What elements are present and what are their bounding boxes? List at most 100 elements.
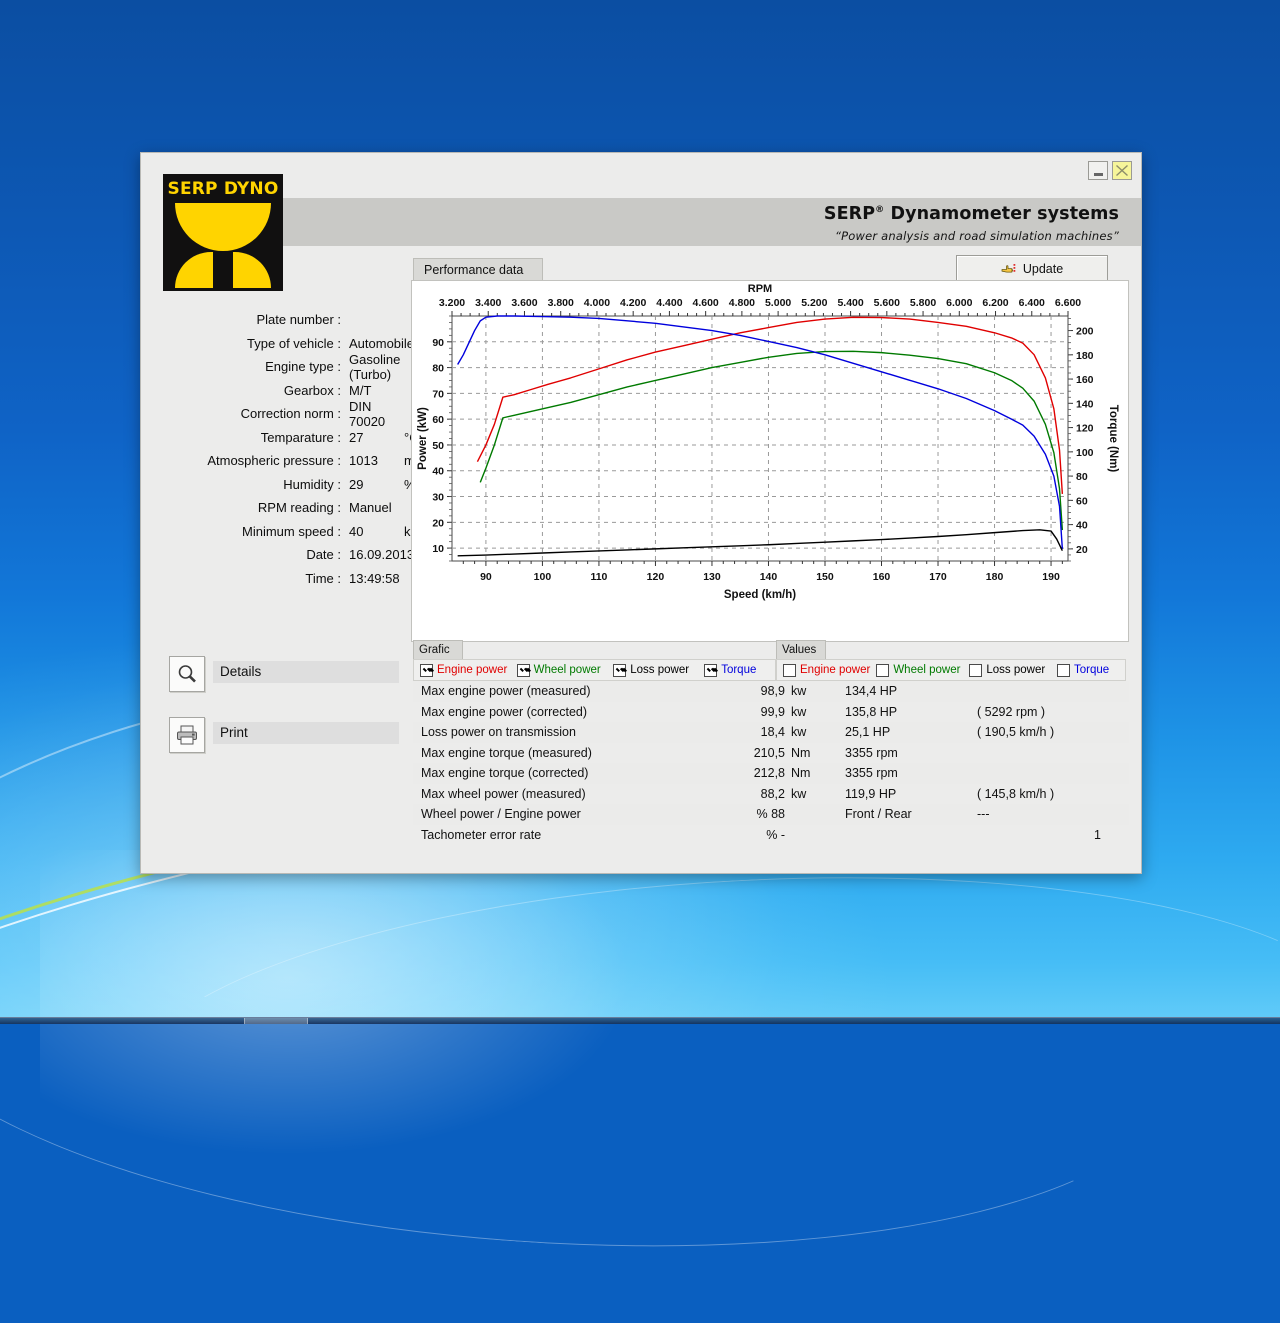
logo-right-leg bbox=[233, 252, 271, 288]
checkbox-grafic-engine-power[interactable]: Engine power bbox=[414, 663, 511, 677]
axis-label-rpm: 5.400 bbox=[837, 297, 863, 309]
axis-label-x: 160 bbox=[873, 571, 891, 583]
print-button[interactable]: Print bbox=[169, 717, 399, 753]
minimize-icon bbox=[1093, 172, 1103, 176]
result-name: Tachometer error rate bbox=[421, 827, 542, 842]
info-label: Temparature : bbox=[260, 429, 341, 445]
details-icon-box bbox=[169, 656, 205, 692]
checkbox-label: Engine power bbox=[437, 664, 508, 676]
taskbar-button[interactable] bbox=[244, 1018, 308, 1024]
update-button[interactable]: Update bbox=[956, 255, 1108, 282]
axis-label-y: 40 bbox=[432, 466, 444, 478]
axis-label-rpm: 6.000 bbox=[946, 297, 972, 309]
serp-dyno-logo: SERP DYNO bbox=[163, 174, 283, 291]
logo-left-leg bbox=[175, 252, 213, 288]
axis-label-y2: 160 bbox=[1076, 374, 1094, 386]
checkbox-values-engine-power[interactable]: Engine power bbox=[777, 663, 870, 677]
axis-label-y2: 180 bbox=[1076, 350, 1094, 362]
result-secondary: 135,8 HP bbox=[845, 704, 898, 719]
magnifier-icon bbox=[178, 665, 196, 683]
info-label: Date : bbox=[306, 547, 341, 563]
axis-label-y2: 80 bbox=[1076, 471, 1088, 483]
result-name: Max engine torque (measured) bbox=[421, 745, 592, 760]
checkbox-values-wheel-power[interactable]: Wheel power bbox=[870, 663, 963, 677]
axis-label-rpm: 6.600 bbox=[1055, 297, 1081, 309]
result-name: Max wheel power (measured) bbox=[421, 786, 586, 801]
checkbox-values-loss-power[interactable]: Loss power bbox=[963, 663, 1051, 677]
axis-label-rpm: 4.200 bbox=[620, 297, 646, 309]
checkbox-grafic-torque[interactable]: Torque bbox=[698, 663, 775, 677]
checkbox-box[interactable] bbox=[516, 663, 530, 677]
checkbox-label: Torque bbox=[721, 664, 757, 676]
axis-label-x: 150 bbox=[816, 571, 834, 583]
result-value: % - bbox=[766, 827, 785, 842]
grafic-checkbox-group: Engine power Wheel power Loss power Torque bbox=[413, 659, 776, 681]
taskbar[interactable] bbox=[0, 1017, 1280, 1024]
checkbox-box[interactable] bbox=[969, 663, 983, 677]
axis-label-rpm: 3.400 bbox=[475, 297, 501, 309]
info-label: Type of vehicle : bbox=[247, 335, 341, 351]
brand-title: SERP® Dynamometer systems bbox=[824, 204, 1119, 224]
table-row: Loss power on transmission 18,4 kw 25,1 HP (… bbox=[413, 722, 1129, 743]
table-row: Max wheel power (measured) 88,2 kw 119,9 HP… bbox=[413, 784, 1129, 805]
checkbox-grafic-loss-power[interactable]: Loss power bbox=[607, 663, 698, 677]
axis-label-y2: 140 bbox=[1076, 398, 1094, 410]
table-row: Tachometer error rate % - 1 bbox=[413, 825, 1129, 846]
result-secondary: 25,1 HP bbox=[845, 725, 891, 740]
checkbox-box[interactable] bbox=[613, 663, 627, 677]
info-value: Manuel bbox=[349, 500, 392, 516]
result-value: 88,2 bbox=[760, 786, 785, 801]
result-value: 99,9 bbox=[760, 704, 785, 719]
tab-grafic[interactable]: Grafic bbox=[413, 640, 463, 659]
info-value: 27 bbox=[349, 429, 364, 445]
axis-title-rpm: RPM bbox=[748, 283, 772, 295]
axis-label-x: 120 bbox=[647, 571, 665, 583]
minimize-button[interactable] bbox=[1088, 161, 1108, 180]
axis-label-y: 50 bbox=[432, 440, 444, 452]
close-button[interactable] bbox=[1112, 161, 1132, 180]
printer-icon bbox=[177, 725, 197, 745]
tab-values[interactable]: Values bbox=[776, 640, 826, 659]
axis-label-rpm: 5.600 bbox=[874, 297, 900, 309]
axis-label-rpm: 4.400 bbox=[656, 297, 682, 309]
axis-label-y: 70 bbox=[432, 388, 444, 400]
details-button[interactable]: Details bbox=[169, 656, 399, 692]
application-window: SERP DYNO SERP® Dynamometer systems “Pow… bbox=[140, 152, 1142, 874]
checkbox-box[interactable] bbox=[704, 663, 718, 677]
results-table: Max engine power (measured) 98,9 kw 134,4 H… bbox=[413, 681, 1129, 845]
result-secondary: 134,4 HP bbox=[845, 684, 898, 699]
axis-label-rpm: 4.800 bbox=[729, 297, 755, 309]
axis-label-x: 90 bbox=[480, 571, 492, 583]
result-name: Wheel power / Engine power bbox=[421, 807, 581, 822]
info-value: 40 bbox=[349, 523, 364, 539]
axis-label-x: 180 bbox=[986, 571, 1004, 583]
tab-performance-data[interactable]: Performance data bbox=[413, 258, 543, 280]
checkbox-label: Wheel power bbox=[893, 664, 961, 676]
info-label: Humidity : bbox=[283, 476, 341, 492]
performance-chart-panel: 10 20 30 40 50 60 70 80 90 20 40 60 80 100 120 140 160 18… bbox=[411, 280, 1129, 642]
result-secondary: 119,9 HP bbox=[845, 786, 897, 801]
axis-label-rpm: 3.200 bbox=[439, 297, 465, 309]
checkbox-values-torque[interactable]: Torque bbox=[1051, 663, 1125, 677]
window-controls bbox=[1088, 161, 1132, 180]
info-label: RPM reading : bbox=[257, 500, 341, 516]
axis-label-y2: 200 bbox=[1076, 326, 1094, 338]
info-value: 29 bbox=[349, 476, 364, 492]
result-secondary: 3355 rpm bbox=[845, 766, 898, 781]
brand-trademark: ® bbox=[875, 205, 885, 216]
checkbox-box[interactable] bbox=[783, 663, 796, 677]
plot-frame bbox=[451, 315, 1069, 562]
checkbox-box[interactable] bbox=[420, 663, 433, 677]
checkbox-box[interactable] bbox=[876, 663, 890, 677]
info-label: Time : bbox=[305, 570, 341, 586]
brand-title-text: SERP® Dynamometer systems bbox=[823, 204, 1119, 224]
axis-label-x: 170 bbox=[929, 571, 947, 583]
axis-label-y: 60 bbox=[432, 414, 444, 426]
axis-label-y: 30 bbox=[432, 492, 444, 504]
result-value: 212,8 bbox=[753, 766, 785, 781]
checkbox-label: Wheel power bbox=[533, 664, 601, 676]
table-row: Max engine torque (measured) 210,5 Nm 3355 … bbox=[413, 743, 1129, 764]
info-label: Atmospheric pressure : bbox=[207, 453, 341, 469]
checkbox-box[interactable] bbox=[1056, 663, 1070, 677]
checkbox-grafic-wheel-power[interactable]: Wheel power bbox=[511, 663, 608, 677]
